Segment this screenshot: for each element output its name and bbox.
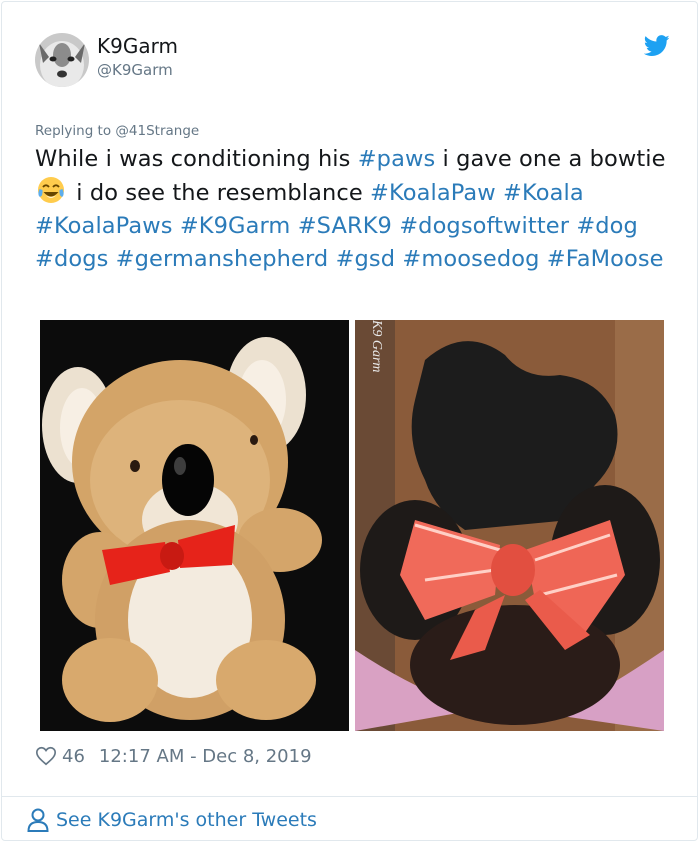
tweet-card: K9Garm @K9Garm Replying to @41Strange Wh… (1, 1, 698, 841)
tweet-text-part: i gave one a bowtie (435, 146, 666, 172)
twitter-bird-icon[interactable] (644, 35, 670, 57)
face-with-tears-of-joy-emoji (38, 177, 64, 203)
divider (2, 796, 697, 797)
person-icon (27, 808, 49, 832)
hashtag-sark9[interactable]: #SARK9 (298, 213, 392, 239)
see-other-tweets-link[interactable]: See K9Garm's other Tweets (26, 807, 317, 833)
avatar[interactable] (35, 33, 89, 87)
hashtag-moosedog[interactable]: #moosedog (402, 246, 539, 272)
tweet-meta: 46 12:17 AM - Dec 8, 2019 (35, 745, 312, 767)
tweet-text-part: i do see the resemblance (69, 180, 371, 206)
hashtag-koalapaw[interactable]: #KoalaPaw (370, 180, 496, 206)
timestamp[interactable]: 12:17 AM - Dec 8, 2019 (99, 746, 312, 767)
hashtag-paws[interactable]: #paws (358, 146, 436, 172)
like-count[interactable]: 46 (62, 746, 85, 767)
replying-to[interactable]: Replying to @41Strange (35, 123, 199, 139)
hashtag-dog[interactable]: #dog (576, 213, 638, 239)
see-other-tweets-label: See K9Garm's other Tweets (56, 809, 317, 831)
tweet-text: While i was conditioning his #paws i gav… (35, 143, 675, 276)
hashtag-koalapaws[interactable]: #KoalaPaws (35, 213, 173, 239)
hashtag-dogs[interactable]: #dogs (35, 246, 108, 272)
hashtag-germanshepherd[interactable]: #germanshepherd (116, 246, 329, 272)
koala-toy-photo[interactable] (40, 320, 349, 731)
user-name[interactable]: K9Garm (97, 34, 178, 58)
heart-icon[interactable] (35, 745, 57, 767)
tweet-text-part: While i was conditioning his (35, 146, 358, 172)
hashtag-gsd[interactable]: #gsd (336, 246, 396, 272)
hashtag-koala[interactable]: #Koala (503, 180, 584, 206)
dog-paw-photo[interactable]: K9 Garm (355, 320, 664, 731)
hashtag-k9garm[interactable]: #K9Garm (180, 213, 291, 239)
hashtag-famoose[interactable]: #FaMoose (547, 246, 664, 272)
hashtag-dogsoftwitter[interactable]: #dogsoftwitter (399, 213, 569, 239)
user-handle[interactable]: @K9Garm (97, 61, 173, 79)
watermark: K9 Garm (369, 320, 384, 373)
